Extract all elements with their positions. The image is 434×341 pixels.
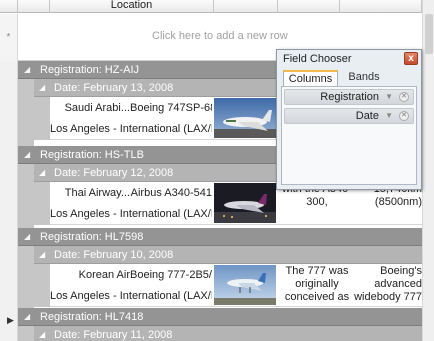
data-grid: Location * Click here to add a new row ▶… xyxy=(0,0,434,341)
group-row-date[interactable]: ◢ Date: February 11, 2008 xyxy=(34,326,422,341)
field-chooser-title: Field Chooser xyxy=(283,53,352,65)
row-pointer-icon: ▶ xyxy=(7,315,14,325)
field-chooser-list: Registration ▼ ✕ Date ▼ ✕ xyxy=(281,86,417,185)
collapse-triangle-icon[interactable]: ◢ xyxy=(39,164,45,182)
field-chooser-dialog[interactable]: Field Chooser x Columns Bands Registrati… xyxy=(276,49,422,190)
field-chooser-tabs: Columns Bands xyxy=(281,68,417,86)
group-registration-label: Registration: HL7598 xyxy=(40,231,144,243)
aircraft-photo xyxy=(214,98,276,138)
extra-cell[interactable]: Boeing's advanced widebody 777 xyxy=(354,265,422,304)
airline-cell[interactable]: Thai Airway... xyxy=(50,184,130,202)
group-date-label: Date: February 12, 2008 xyxy=(54,167,174,179)
location-cell[interactable]: Los Angeles - International (LAX/K... xyxy=(50,121,212,137)
remove-icon[interactable]: ✕ xyxy=(399,92,409,102)
field-item-date[interactable]: Date ▼ ✕ xyxy=(284,108,414,124)
location-cell[interactable]: Los Angeles - International (LAX/K... xyxy=(50,206,212,222)
collapse-triangle-icon[interactable]: ◢ xyxy=(24,308,30,326)
group-indent-l2 xyxy=(34,97,50,140)
header-indicator-cell xyxy=(0,0,18,13)
model-cell[interactable]: Airbus A340-541 xyxy=(130,184,212,202)
collapse-triangle-icon[interactable]: ◢ xyxy=(39,79,45,97)
field-item-label: Registration xyxy=(320,91,379,103)
header-location-cell[interactable]: Location xyxy=(50,0,214,13)
airline-cell[interactable]: Saudi Arabi... xyxy=(50,99,130,117)
group-row-date[interactable]: ◢ Date: February 10, 2008 xyxy=(34,246,422,264)
aircraft-photo xyxy=(214,265,276,305)
remove-icon[interactable]: ✕ xyxy=(399,111,409,121)
row-selector-column: ▶ xyxy=(0,61,18,341)
table-row[interactable]: Korean Air Boeing 777-2B5/ER Los Angeles… xyxy=(50,264,422,307)
tab-bands[interactable]: Bands xyxy=(339,70,389,86)
group-registration-label: Registration: HZ-AIJ xyxy=(40,64,140,76)
field-chooser-titlebar[interactable]: Field Chooser x xyxy=(277,50,421,68)
model-cell[interactable]: Boeing 777-2B5/ER xyxy=(130,266,212,284)
group-registration-label: Registration: HS-TLB xyxy=(40,149,144,161)
new-row-prompt[interactable]: Click here to add a new row xyxy=(152,30,288,42)
group-row-registration[interactable]: ◢ Registration: HL7418 xyxy=(18,308,422,326)
field-item-label: Date xyxy=(355,110,379,122)
header-photo-cell[interactable] xyxy=(214,0,278,13)
collapse-triangle-icon[interactable]: ◢ xyxy=(24,61,30,79)
close-icon[interactable]: x xyxy=(404,52,418,65)
collapse-triangle-icon[interactable]: ◢ xyxy=(24,228,30,246)
location-cell[interactable]: Los Angeles - International (LAX/K... xyxy=(50,288,212,304)
model-cell[interactable]: Boeing 747SP-68 xyxy=(130,99,212,117)
new-row-indicator: * xyxy=(0,14,18,61)
field-item-registration[interactable]: Registration ▼ ✕ xyxy=(284,89,414,105)
group-indent-l2 xyxy=(34,264,50,307)
column-header-row: Location xyxy=(0,0,422,13)
vertical-scrollbar[interactable] xyxy=(422,0,434,341)
group-indent-l1 xyxy=(18,79,34,341)
collapse-triangle-icon[interactable]: ◢ xyxy=(24,146,30,164)
header-desc-cell[interactable] xyxy=(278,0,340,13)
sort-arrow-icon[interactable]: ▼ xyxy=(385,109,393,123)
header-extra-cell[interactable] xyxy=(340,0,422,13)
description-cell[interactable]: The 777 was originally conceived as xyxy=(282,265,352,304)
group-registration-label: Registration: HL7418 xyxy=(40,311,144,323)
group-row-registration[interactable]: ◢ Registration: HL7598 xyxy=(18,228,422,246)
scrollbar-thumb[interactable] xyxy=(425,14,433,54)
header-spacer-cell xyxy=(18,0,50,13)
header-location-label: Location xyxy=(110,0,153,11)
group-date-label: Date: February 13, 2008 xyxy=(54,82,174,94)
tab-columns[interactable]: Columns xyxy=(283,70,338,86)
collapse-triangle-icon[interactable]: ◢ xyxy=(39,326,45,341)
aircraft-photo xyxy=(214,183,276,223)
group-date-label: Date: February 11, 2008 xyxy=(54,329,173,341)
airline-cell[interactable]: Korean Air xyxy=(50,266,130,284)
group-date-label: Date: February 10, 2008 xyxy=(54,249,174,261)
group-indent-l2 xyxy=(34,182,50,225)
sort-arrow-icon[interactable]: ▼ xyxy=(385,90,393,104)
collapse-triangle-icon[interactable]: ◢ xyxy=(39,246,45,264)
